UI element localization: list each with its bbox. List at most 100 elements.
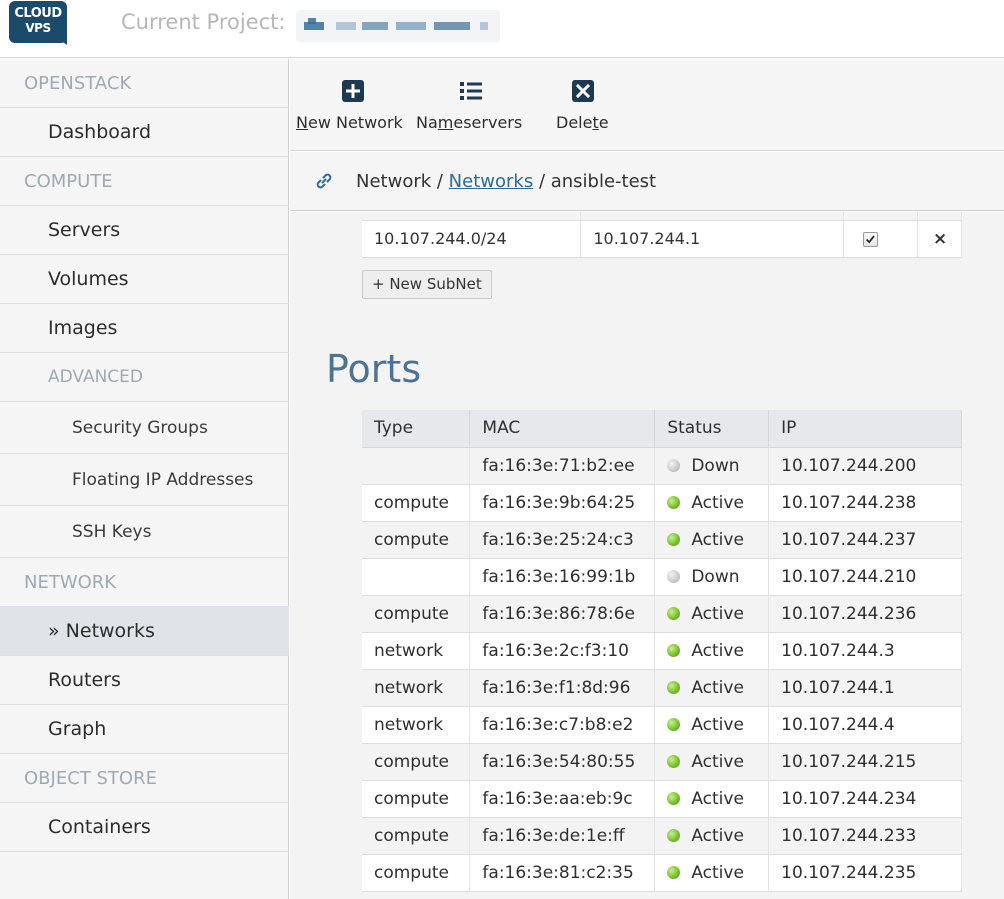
port-row[interactable]: network fa:16:3e:2c:f3:10 Active 10.107.244… bbox=[362, 632, 962, 670]
port-row[interactable]: compute fa:16:3e:9b:64:25 Active 10.107.244… bbox=[362, 484, 962, 522]
port-type: compute bbox=[362, 817, 471, 855]
port-mac: fa:16:3e:2c:f3:10 bbox=[469, 632, 656, 670]
subnet-cidr: 10.107.244.0/24 bbox=[362, 220, 582, 258]
status-active-icon bbox=[667, 828, 681, 842]
column-header-mac[interactable]: MAC bbox=[469, 410, 656, 448]
sidebar-item-label: Dashboard bbox=[48, 121, 152, 143]
sidebar-item-security-groups[interactable]: Security Groups bbox=[0, 402, 289, 454]
subnets-table: 10.107.244.0/24 10.107.244.1 × bbox=[362, 212, 962, 258]
sidebar-item-servers[interactable]: Servers bbox=[0, 206, 289, 255]
sidebar-item-floating-ip-addresses[interactable]: Floating IP Addresses bbox=[0, 454, 289, 506]
port-status: Active bbox=[654, 484, 770, 522]
port-type: compute bbox=[362, 521, 471, 559]
port-status-label: Active bbox=[691, 529, 744, 550]
port-row[interactable]: fa:16:3e:16:99:1b Down 10.107.244.210 bbox=[362, 558, 962, 596]
port-status: Active bbox=[654, 632, 770, 670]
main-content[interactable]: 10.107.244.0/24 10.107.244.1 × + New Sub… bbox=[290, 212, 1004, 899]
column-header-type[interactable]: Type bbox=[362, 410, 471, 448]
port-row[interactable]: compute fa:16:3e:25:24:c3 Active 10.107.244… bbox=[362, 521, 962, 559]
new-subnet-button[interactable]: + New SubNet bbox=[362, 270, 492, 299]
sidebar-item-images[interactable]: Images bbox=[0, 304, 289, 353]
redacted-pixels bbox=[480, 22, 488, 30]
port-row[interactable]: compute fa:16:3e:81:c2:35 Active 10.107.244… bbox=[362, 854, 962, 892]
port-type bbox=[362, 447, 471, 485]
sidebar-item-graph[interactable]: Graph bbox=[0, 705, 289, 754]
port-mac: fa:16:3e:86:78:6e bbox=[469, 595, 656, 633]
ports-table: Type MAC Status IP fa:16:3e:71:b2:ee Down… bbox=[362, 410, 962, 892]
sidebar-item-dashboard[interactable]: Dashboard bbox=[0, 108, 289, 157]
port-ip: 10.107.244.4 bbox=[768, 706, 962, 744]
sidebar-section-openstack: OPENSTACK bbox=[0, 59, 289, 108]
subnet-gateway: 10.107.244.1 bbox=[580, 220, 845, 258]
breadcrumb: Network / Networks / ansible-test bbox=[290, 152, 1004, 211]
remove-subnet-button[interactable]: × bbox=[917, 220, 962, 258]
port-ip: 10.107.244.237 bbox=[768, 521, 962, 559]
port-status-label: Active bbox=[691, 862, 744, 883]
port-row[interactable]: compute fa:16:3e:86:78:6e Active 10.107.244… bbox=[362, 595, 962, 633]
port-mac: fa:16:3e:25:24:c3 bbox=[469, 521, 656, 559]
port-type: network bbox=[362, 669, 471, 707]
redacted-pixels bbox=[396, 22, 426, 30]
port-row[interactable]: compute fa:16:3e:aa:eb:9c Active 10.107.244… bbox=[362, 780, 962, 818]
redacted-pixels bbox=[434, 22, 470, 30]
port-ip: 10.107.244.233 bbox=[768, 817, 962, 855]
link-icon[interactable] bbox=[314, 171, 334, 191]
sidebar-item-label: Images bbox=[48, 317, 118, 339]
new-network-label: New Network bbox=[296, 113, 403, 132]
sidebar-item-volumes[interactable]: Volumes bbox=[0, 255, 289, 304]
port-mac: fa:16:3e:9b:64:25 bbox=[469, 484, 656, 522]
port-status: Active bbox=[654, 743, 770, 781]
status-active-icon bbox=[667, 717, 681, 731]
port-status: Active bbox=[654, 521, 770, 559]
port-status: Active bbox=[654, 780, 770, 818]
sidebar-item-label: Containers bbox=[48, 816, 151, 838]
breadcrumb-separator: / bbox=[533, 171, 551, 192]
port-row[interactable]: compute fa:16:3e:54:80:55 Active 10.107.244… bbox=[362, 743, 962, 781]
port-mac: fa:16:3e:81:c2:35 bbox=[469, 854, 656, 892]
status-active-icon bbox=[667, 865, 681, 879]
nameservers-button[interactable]: Nameservers bbox=[416, 59, 530, 151]
toolbar: New Network Nameservers Delete bbox=[290, 59, 1004, 151]
ports-table-body: fa:16:3e:71:b2:ee Down 10.107.244.200 compu… bbox=[362, 447, 962, 892]
cloudvps-logo[interactable]: CLOUD VPS bbox=[9, 1, 69, 45]
port-status-label: Active bbox=[691, 825, 744, 846]
ports-heading: Ports bbox=[326, 347, 422, 391]
port-row[interactable]: network fa:16:3e:f1:8d:96 Active 10.107.244… bbox=[362, 669, 962, 707]
port-status-label: Down bbox=[691, 455, 740, 476]
port-ip: 10.107.244.215 bbox=[768, 743, 962, 781]
sidebar-item-label: Routers bbox=[48, 669, 121, 691]
port-ip: 10.107.244.236 bbox=[768, 595, 962, 633]
port-mac: fa:16:3e:de:1e:ff bbox=[469, 817, 656, 855]
sidebar-item-containers[interactable]: Containers bbox=[0, 803, 289, 852]
sidebar-item-label: » Networks bbox=[48, 620, 155, 642]
dhcp-checkbox[interactable] bbox=[863, 232, 879, 247]
column-header-ip[interactable]: IP bbox=[768, 410, 962, 448]
new-network-button[interactable]: New Network bbox=[296, 59, 412, 151]
current-project-selector[interactable] bbox=[296, 10, 500, 42]
delete-button[interactable]: Delete bbox=[556, 59, 612, 151]
breadcrumb-networks-link[interactable]: Networks bbox=[449, 171, 534, 192]
breadcrumb-current: ansible-test bbox=[550, 171, 657, 192]
sidebar-item-networks[interactable]: » Networks bbox=[0, 607, 289, 656]
port-type: compute bbox=[362, 743, 471, 781]
logo-speech-tail bbox=[53, 35, 67, 45]
status-active-icon bbox=[667, 791, 681, 805]
column-header-status[interactable]: Status bbox=[654, 410, 770, 448]
port-status-label: Active bbox=[691, 677, 744, 698]
sidebar-section-label: ADVANCED bbox=[48, 367, 144, 387]
status-active-icon bbox=[667, 532, 681, 546]
nameservers-label: Nameservers bbox=[416, 113, 523, 132]
port-status: Down bbox=[654, 558, 770, 596]
sidebar-item-ssh-keys[interactable]: SSH Keys bbox=[0, 506, 289, 558]
sidebar-item-routers[interactable]: Routers bbox=[0, 656, 289, 705]
port-row[interactable]: network fa:16:3e:c7:b8:e2 Active 10.107.244… bbox=[362, 706, 962, 744]
port-type: compute bbox=[362, 595, 471, 633]
port-row[interactable]: compute fa:16:3e:de:1e:ff Active 10.107.244… bbox=[362, 817, 962, 855]
port-ip: 10.107.244.200 bbox=[768, 447, 962, 485]
sidebar-item-label: Floating IP Addresses bbox=[72, 470, 254, 490]
top-bar: CLOUD VPS Current Project: bbox=[0, 0, 1004, 58]
port-type: compute bbox=[362, 484, 471, 522]
status-active-icon bbox=[667, 754, 681, 768]
redacted-pixels bbox=[362, 22, 388, 30]
port-row[interactable]: fa:16:3e:71:b2:ee Down 10.107.244.200 bbox=[362, 447, 962, 485]
